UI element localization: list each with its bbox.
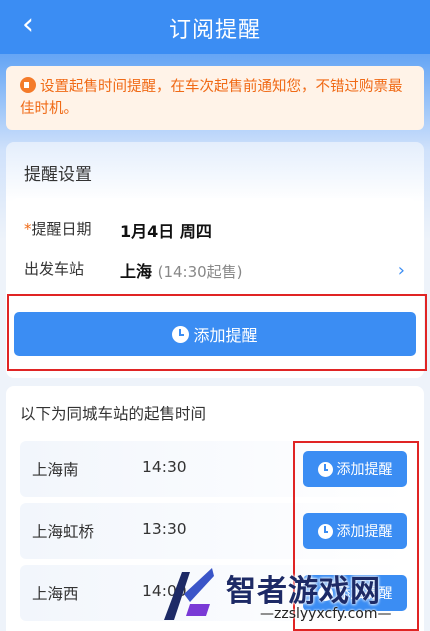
stations-title: 以下为同城车站的起售时间 (20, 405, 207, 423)
watermark: 智者游戏网 —zzslyyxcfy.com— (160, 560, 430, 631)
station-name: 上海西 (32, 585, 79, 603)
header-bar: ‹ 订阅提醒 (0, 0, 430, 54)
date-value[interactable]: 1月4日 周四 (120, 218, 212, 242)
settings-form: *提醒日期 1月4日 周四 出发车站 上海 (14:30起售) › (12, 198, 415, 302)
highlight-box (7, 294, 427, 371)
station-sale-time: 13:30 (142, 520, 187, 538)
date-label: *提醒日期 (24, 220, 92, 238)
megaphone-icon (20, 77, 36, 93)
station-value[interactable]: 上海 (14:30起售) (120, 258, 243, 282)
watermark-logo (164, 568, 214, 620)
page-title: 订阅提醒 (168, 18, 261, 43)
notice-banner: 设置起售时间提醒，在车次起售前通知您，不错过购票最佳时机。 (6, 66, 424, 130)
notice-text: 设置起售时间提醒，在车次起售前通知您，不错过购票最佳时机。 (20, 79, 403, 117)
chevron-right-icon[interactable]: › (398, 260, 405, 281)
station-name: 上海虹桥 (32, 523, 95, 541)
settings-title: 提醒设置 (24, 165, 92, 185)
watermark-text: 智者游戏网 (226, 574, 381, 609)
station-name: 上海南 (32, 461, 79, 479)
station-sale-time: 14:30 (142, 458, 187, 476)
watermark-url: —zzslyyxcfy.com— (260, 606, 392, 622)
station-label: 出发车站 (24, 260, 85, 278)
